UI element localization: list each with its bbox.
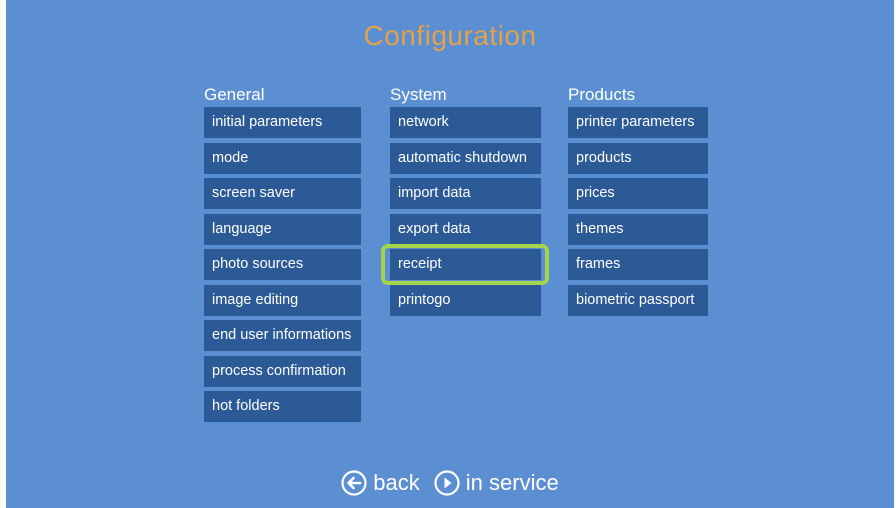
automatic-shutdown-button[interactable]: automatic shutdown (390, 142, 541, 174)
receipt-highlight-anchor (381, 244, 549, 285)
in-service-button[interactable]: in service (434, 470, 559, 496)
image-editing-button[interactable]: image editing (204, 284, 361, 316)
import-data-button[interactable]: import data (390, 178, 541, 209)
general-heading: General (204, 85, 265, 104)
prices-button[interactable]: prices (568, 178, 708, 209)
selection-highlight (381, 244, 549, 285)
products-button[interactable]: products (568, 142, 708, 174)
themes-button[interactable]: themes (568, 213, 708, 245)
products-heading: Products (568, 85, 636, 104)
mode-button[interactable]: mode (204, 142, 361, 174)
printogo-button[interactable]: printogo (390, 284, 541, 316)
system-heading: System (390, 85, 447, 104)
back-button[interactable]: back (341, 470, 420, 496)
screen-saver-button[interactable]: screen saver (204, 178, 361, 209)
general-column: General initial parameters mode screen s… (204, 84, 361, 422)
system-column: System network automatic shutdown import… (381, 84, 549, 316)
end-user-informations-button[interactable]: end user informations (204, 320, 361, 351)
arrow-left-circle-icon (341, 470, 367, 496)
back-label: back (373, 470, 420, 495)
photo-sources-button[interactable]: photo sources (204, 249, 361, 280)
configuration-screen: Configuration General initial parameters… (6, 0, 894, 508)
hot-folders-button[interactable]: hot folders (204, 391, 361, 422)
initial-parameters-button[interactable]: initial parameters (204, 107, 361, 138)
biometric-passport-button[interactable]: biometric passport (568, 284, 708, 316)
export-data-button[interactable]: export data (390, 213, 541, 245)
language-button[interactable]: language (204, 213, 361, 245)
process-confirmation-button[interactable]: process confirmation (204, 355, 361, 387)
in-service-label: in service (465, 470, 559, 495)
network-button[interactable]: network (390, 107, 541, 138)
page-title: Configuration (363, 20, 537, 51)
products-column: Products printer parameters products pri… (568, 84, 708, 316)
printer-parameters-button[interactable]: printer parameters (568, 107, 708, 138)
play-circle-icon (434, 470, 460, 496)
frames-button[interactable]: frames (568, 249, 708, 280)
footer-nav: back in service (6, 466, 894, 500)
